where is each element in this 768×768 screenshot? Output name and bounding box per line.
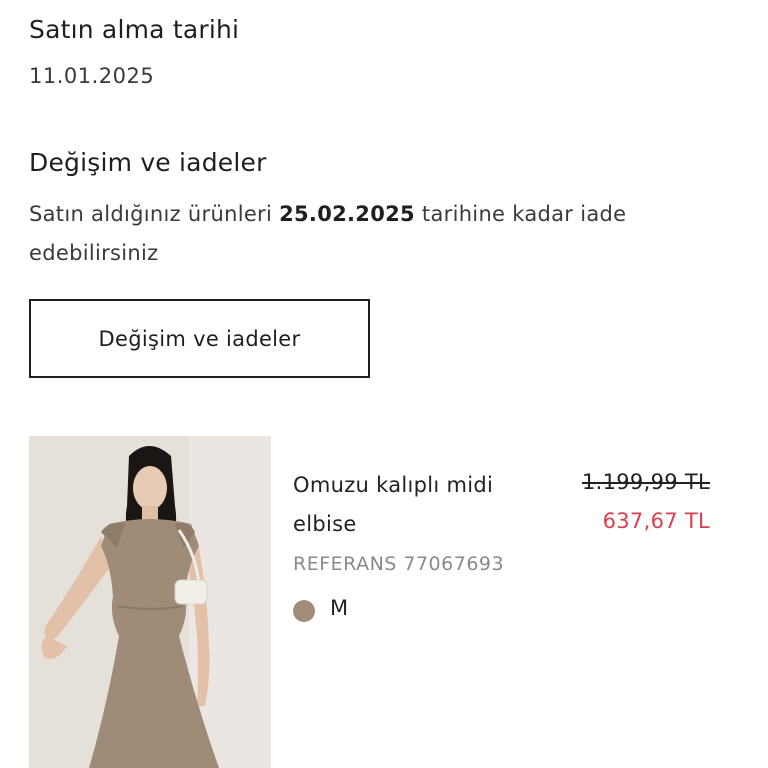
product-reference: REFERANS 77067693 xyxy=(293,553,505,575)
returns-button[interactable]: Değişim ve iadeler xyxy=(29,299,370,378)
color-swatch xyxy=(293,600,315,622)
size-label: M xyxy=(330,596,349,620)
returns-title: Değişim ve iadeler xyxy=(29,148,267,177)
returns-info-text: Satın aldığınız ürünleri 25.02.2025 tari… xyxy=(29,195,729,273)
returns-text-before: Satın aldığınız ürünleri xyxy=(29,202,280,226)
purchase-date-value: 11.01.2025 xyxy=(29,64,155,88)
product-image[interactable] xyxy=(29,436,271,768)
returns-deadline: 25.02.2025 xyxy=(279,202,415,226)
purchase-date-title: Satın alma tarihi xyxy=(29,15,240,44)
product-name[interactable]: Omuzu kalıplı midi elbise xyxy=(293,466,543,544)
sale-price: 637,67 TL xyxy=(602,509,710,533)
product-photo-illustration xyxy=(29,436,271,768)
original-price: 1.199,99 TL xyxy=(581,470,710,494)
order-detail-page: Satın alma tarihi 11.01.2025 Değişim ve … xyxy=(0,0,768,768)
